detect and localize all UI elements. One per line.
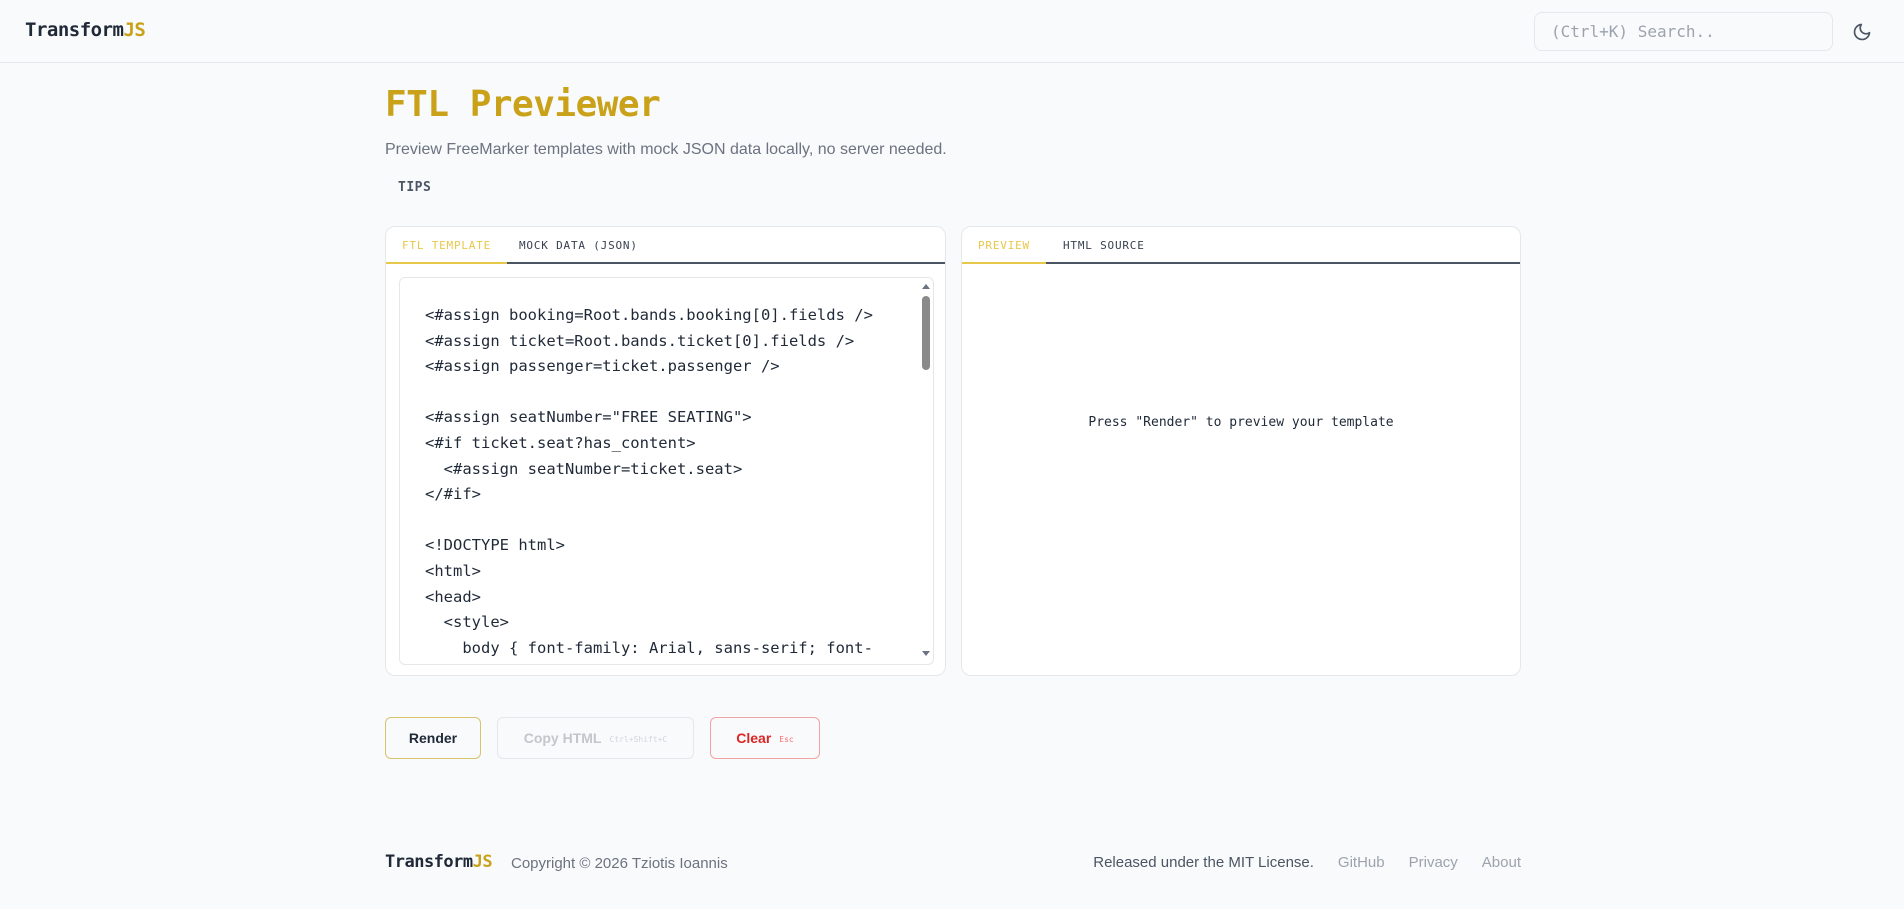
scroll-up-arrow[interactable] (922, 284, 930, 289)
logo-text-main: Transform (25, 19, 124, 41)
copy-html-button-label: Copy HTML (523, 730, 602, 746)
top-nav-bar: TransformJS (0, 0, 1904, 63)
footer-copyright: Copyright © 2026 Tziotis Ioannis (511, 855, 728, 872)
template-code[interactable]: <#assign booking=Root.bands.booking[0].f… (425, 303, 873, 661)
page-subtitle: Preview FreeMarker templates with mock J… (385, 141, 947, 158)
tab-mock-data[interactable]: MOCK DATA (JSON) (503, 227, 654, 264)
copy-shortcut-hint: Ctrl+Shift+C (609, 735, 668, 744)
copy-html-button[interactable]: Copy HTML Ctrl+Shift+C (497, 717, 694, 759)
tab-ftl-template[interactable]: FTL TEMPLATE (386, 227, 508, 264)
tips-toggle[interactable]: TIPS (385, 176, 444, 199)
clear-shortcut-hint: Esc (779, 735, 794, 744)
logo-text-accent: JS (123, 19, 146, 41)
preview-panel: PREVIEW HTML SOURCE Press "Render" to pr… (961, 226, 1521, 676)
footer-logo-accent: JS (472, 852, 493, 872)
footer-link-privacy[interactable]: Privacy (1409, 854, 1458, 871)
footer-logo[interactable]: TransformJS (385, 852, 493, 872)
footer-link-about[interactable]: About (1482, 854, 1521, 871)
page-title: FTL Previewer (385, 84, 661, 125)
clear-button[interactable]: Clear Esc (710, 717, 820, 759)
site-logo[interactable]: TransformJS (25, 19, 146, 41)
template-tab-bar: FTL TEMPLATE MOCK DATA (JSON) (386, 227, 945, 264)
preview-placeholder-text: Press "Render" to preview your template (1088, 415, 1394, 430)
footer-logo-main: Transform (385, 852, 473, 872)
moon-icon[interactable] (1852, 22, 1872, 42)
footer-link-github[interactable]: GitHub (1338, 854, 1385, 871)
editor-scrollbar-thumb[interactable] (922, 296, 930, 370)
search-input[interactable] (1534, 12, 1833, 51)
render-button[interactable]: Render (385, 717, 481, 759)
preview-tab-bar: PREVIEW HTML SOURCE (962, 227, 1520, 264)
tab-html-source[interactable]: HTML SOURCE (1047, 227, 1161, 264)
tab-preview[interactable]: PREVIEW (962, 227, 1046, 264)
clear-button-label: Clear (736, 730, 772, 746)
template-panel: FTL TEMPLATE MOCK DATA (JSON) <#assign b… (385, 226, 946, 676)
footer-license: Released under the MIT License. (1093, 854, 1314, 871)
scroll-down-arrow[interactable] (922, 651, 930, 656)
template-editor[interactable]: <#assign booking=Root.bands.booking[0].f… (399, 277, 934, 665)
footer-links: Released under the MIT License. GitHub P… (1093, 854, 1521, 871)
render-button-label: Render (408, 730, 458, 746)
